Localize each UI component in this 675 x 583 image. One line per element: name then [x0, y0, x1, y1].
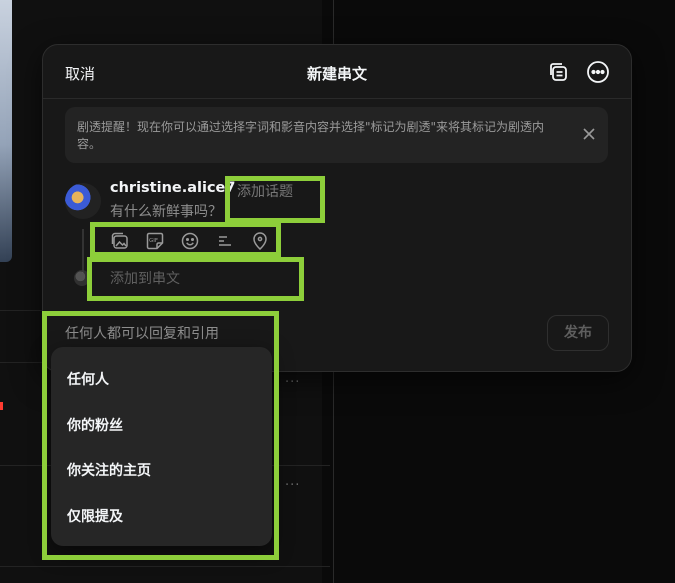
- background-more-dots-icon: ···: [285, 375, 301, 390]
- gif-icon[interactable]: GIF: [145, 231, 165, 251]
- drafts-icon[interactable]: [547, 60, 571, 84]
- username: christine.alice7: [110, 180, 236, 196]
- add-topic-button[interactable]: 添加话题: [237, 181, 293, 201]
- location-icon[interactable]: [250, 231, 270, 251]
- audience-option-mentioned[interactable]: 仅限提及: [67, 506, 123, 526]
- modal-title: 新建串文: [306, 65, 367, 83]
- spoiler-notice-text: 剧透提醒！现在你可以通过选择字词和影音内容并选择"标记为剧透"来将其标记为剧透内…: [77, 120, 545, 151]
- background-post-image: [0, 0, 12, 262]
- svg-text:GIF: GIF: [149, 238, 158, 244]
- background-more-dots-icon: ···: [285, 478, 301, 493]
- close-icon[interactable]: [582, 126, 596, 140]
- reply-audience-selector[interactable]: 任何人都可以回复和引用: [65, 323, 219, 343]
- background-separator: [0, 566, 330, 567]
- background-red-marker: [0, 402, 3, 410]
- add-to-thread-button[interactable]: 添加到串文: [110, 268, 180, 288]
- modal-header: 取消 新建串文: [43, 45, 631, 99]
- audience-dropdown-menu: 任何人 你的粉丝 你关注的主页 仅限提及: [51, 347, 272, 546]
- emoji-icon[interactable]: [180, 231, 200, 251]
- list-icon[interactable]: [215, 231, 235, 251]
- thread-connector-line: [82, 229, 84, 273]
- post-text-input[interactable]: 有什么新鲜事吗？: [110, 201, 222, 221]
- audience-option-anyone[interactable]: 任何人: [67, 369, 109, 389]
- audience-option-following[interactable]: 你关注的主页: [67, 460, 151, 480]
- avatar: [65, 183, 101, 219]
- audience-option-followers[interactable]: 你的粉丝: [67, 415, 123, 435]
- spoiler-notice: 剧透提醒！现在你可以通过选择字词和影音内容并选择"标记为剧透"来将其标记为剧透内…: [65, 107, 608, 163]
- image-icon[interactable]: [110, 231, 130, 251]
- thread-avatar: [74, 270, 90, 286]
- more-options-icon[interactable]: [586, 60, 610, 84]
- publish-button[interactable]: 发布: [547, 315, 609, 351]
